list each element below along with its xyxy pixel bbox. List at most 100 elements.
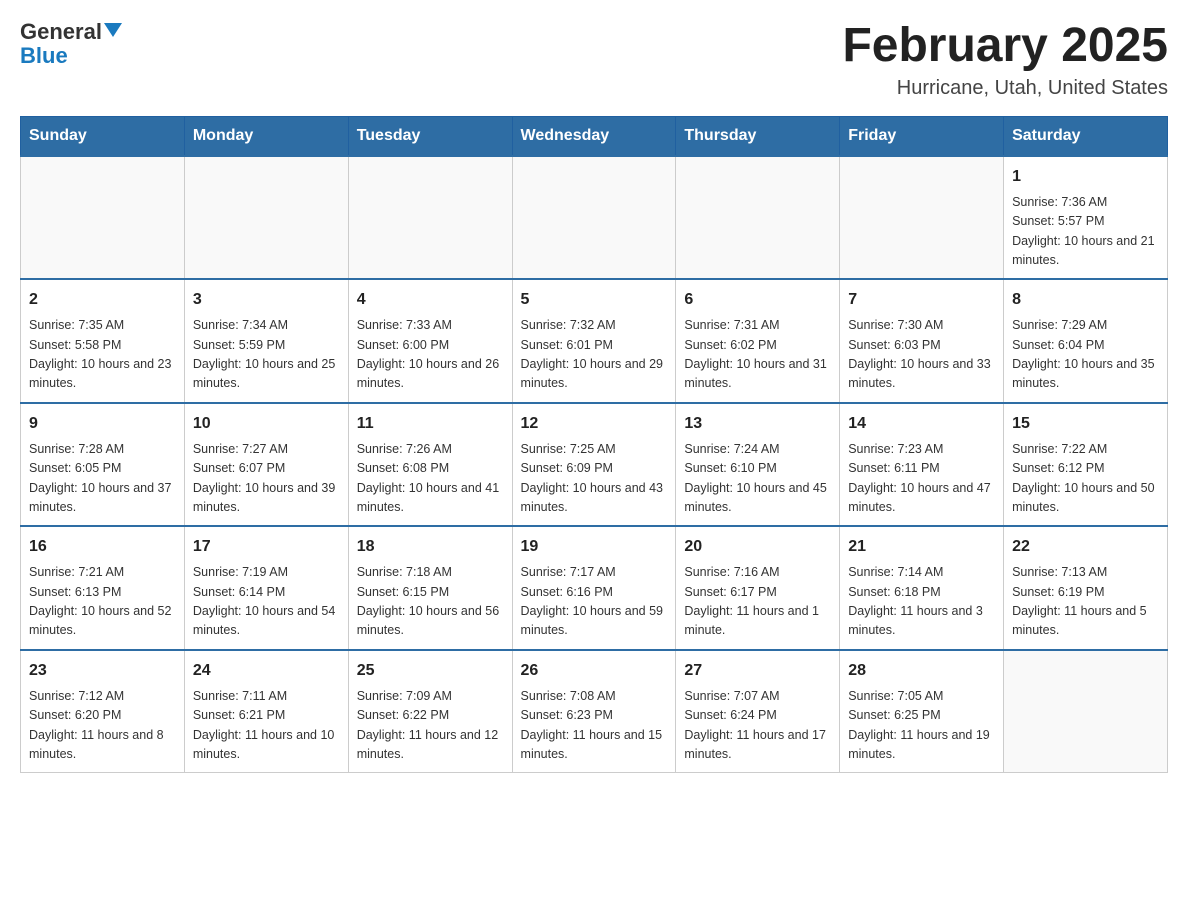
calendar-table: Sunday Monday Tuesday Wednesday Thursday…	[20, 116, 1168, 774]
col-tuesday: Tuesday	[348, 116, 512, 156]
day-cell: 12 Sunrise: 7:25 AMSunset: 6:09 PMDayligh…	[512, 403, 676, 527]
day-info: Sunrise: 7:27 AMSunset: 6:07 PMDaylight:…	[193, 440, 340, 518]
day-number: 8	[1012, 288, 1159, 312]
day-cell: 10Sunrise: 7:27 AMSunset: 6:07 PMDayligh…	[184, 403, 348, 527]
day-info: Sunrise: 7:24 AMSunset: 6:10 PMDaylight:…	[684, 440, 831, 518]
week-row-4: 16 Sunrise: 7:21 AMSunset: 6:13 PMDayligh…	[21, 526, 1168, 650]
day-cell: 3 Sunrise: 7:34 AMSunset: 5:59 PMDaylight…	[184, 279, 348, 403]
day-cell: 24 Sunrise: 7:11 AMSunset: 6:21 PMDayligh…	[184, 650, 348, 773]
day-cell: 22 Sunrise: 7:13 AMSunset: 6:19 PMDayligh…	[1004, 526, 1168, 650]
day-info: Sunrise: 7:30 AMSunset: 6:03 PMDaylight:…	[848, 316, 995, 394]
month-year-title: February 2025	[842, 20, 1168, 73]
day-info: Sunrise: 7:23 AMSunset: 6:11 PMDaylight:…	[848, 440, 995, 518]
day-info: Sunrise: 7:07 AMSunset: 6:24 PMDaylight:…	[684, 687, 831, 765]
day-info: Sunrise: 7:17 AMSunset: 6:16 PMDaylight:…	[521, 563, 668, 641]
day-info: Sunrise: 7:26 AMSunset: 6:08 PMDaylight:…	[357, 440, 504, 518]
day-number: 3	[193, 288, 340, 312]
week-row-2: 2 Sunrise: 7:35 AMSunset: 5:58 PMDaylight…	[21, 279, 1168, 403]
day-number: 24	[193, 659, 340, 683]
day-number: 22	[1012, 535, 1159, 559]
day-number: 1	[1012, 165, 1159, 189]
col-wednesday: Wednesday	[512, 116, 676, 156]
day-cell: 25 Sunrise: 7:09 AMSunset: 6:22 PMDayligh…	[348, 650, 512, 773]
day-number: 28	[848, 659, 995, 683]
day-info: Sunrise: 7:25 AMSunset: 6:09 PMDaylight:…	[521, 440, 668, 518]
day-info: Sunrise: 7:34 AMSunset: 5:59 PMDaylight:…	[193, 316, 340, 394]
day-number: 12	[521, 412, 668, 436]
col-saturday: Saturday	[1004, 116, 1168, 156]
day-cell: 11Sunrise: 7:26 AMSunset: 6:08 PMDayligh…	[348, 403, 512, 527]
logo-blue: Blue	[20, 44, 68, 68]
day-number: 18	[357, 535, 504, 559]
title-section: February 2025 Hurricane, Utah, United St…	[842, 20, 1168, 100]
day-number: 19	[521, 535, 668, 559]
week-row-3: 9 Sunrise: 7:28 AMSunset: 6:05 PMDaylight…	[21, 403, 1168, 527]
day-info: Sunrise: 7:16 AMSunset: 6:17 PMDaylight:…	[684, 563, 831, 641]
col-monday: Monday	[184, 116, 348, 156]
day-cell	[348, 156, 512, 280]
day-number: 15	[1012, 412, 1159, 436]
day-cell	[840, 156, 1004, 280]
day-number: 6	[684, 288, 831, 312]
day-info: Sunrise: 7:13 AMSunset: 6:19 PMDaylight:…	[1012, 563, 1159, 641]
day-cell: 17 Sunrise: 7:19 AMSunset: 6:14 PMDayligh…	[184, 526, 348, 650]
day-cell: 27Sunrise: 7:07 AMSunset: 6:24 PMDayligh…	[676, 650, 840, 773]
day-info: Sunrise: 7:36 AMSunset: 5:57 PMDaylight:…	[1012, 193, 1159, 271]
day-info: Sunrise: 7:08 AMSunset: 6:23 PMDaylight:…	[521, 687, 668, 765]
location-label: Hurricane, Utah, United States	[842, 77, 1168, 100]
day-number: 25	[357, 659, 504, 683]
day-info: Sunrise: 7:12 AMSunset: 6:20 PMDaylight:…	[29, 687, 176, 765]
day-cell: 13Sunrise: 7:24 AMSunset: 6:10 PMDayligh…	[676, 403, 840, 527]
day-number: 17	[193, 535, 340, 559]
logo-general: General	[20, 20, 102, 44]
day-number: 21	[848, 535, 995, 559]
day-info: Sunrise: 7:29 AMSunset: 6:04 PMDaylight:…	[1012, 316, 1159, 394]
day-info: Sunrise: 7:18 AMSunset: 6:15 PMDaylight:…	[357, 563, 504, 641]
day-number: 26	[521, 659, 668, 683]
day-cell: 4Sunrise: 7:33 AMSunset: 6:00 PMDaylight…	[348, 279, 512, 403]
day-cell: 8 Sunrise: 7:29 AMSunset: 6:04 PMDaylight…	[1004, 279, 1168, 403]
day-cell	[1004, 650, 1168, 773]
day-info: Sunrise: 7:31 AMSunset: 6:02 PMDaylight:…	[684, 316, 831, 394]
day-cell: 9 Sunrise: 7:28 AMSunset: 6:05 PMDaylight…	[21, 403, 185, 527]
day-cell: 16 Sunrise: 7:21 AMSunset: 6:13 PMDayligh…	[21, 526, 185, 650]
day-cell: 23 Sunrise: 7:12 AMSunset: 6:20 PMDayligh…	[21, 650, 185, 773]
day-number: 14	[848, 412, 995, 436]
day-info: Sunrise: 7:11 AMSunset: 6:21 PMDaylight:…	[193, 687, 340, 765]
day-cell: 18 Sunrise: 7:18 AMSunset: 6:15 PMDayligh…	[348, 526, 512, 650]
day-info: Sunrise: 7:14 AMSunset: 6:18 PMDaylight:…	[848, 563, 995, 641]
col-thursday: Thursday	[676, 116, 840, 156]
week-row-1: 1 Sunrise: 7:36 AMSunset: 5:57 PMDaylight…	[21, 156, 1168, 280]
day-info: Sunrise: 7:35 AMSunset: 5:58 PMDaylight:…	[29, 316, 176, 394]
day-cell: 1 Sunrise: 7:36 AMSunset: 5:57 PMDaylight…	[1004, 156, 1168, 280]
week-row-5: 23 Sunrise: 7:12 AMSunset: 6:20 PMDayligh…	[21, 650, 1168, 773]
col-friday: Friday	[840, 116, 1004, 156]
day-info: Sunrise: 7:21 AMSunset: 6:13 PMDaylight:…	[29, 563, 176, 641]
day-info: Sunrise: 7:33 AMSunset: 6:00 PMDaylight:…	[357, 316, 504, 394]
day-cell	[676, 156, 840, 280]
day-info: Sunrise: 7:09 AMSunset: 6:22 PMDaylight:…	[357, 687, 504, 765]
day-number: 5	[521, 288, 668, 312]
day-cell: 6 Sunrise: 7:31 AMSunset: 6:02 PMDaylight…	[676, 279, 840, 403]
day-cell	[512, 156, 676, 280]
day-number: 16	[29, 535, 176, 559]
day-cell: 15Sunrise: 7:22 AMSunset: 6:12 PMDayligh…	[1004, 403, 1168, 527]
day-cell: 28 Sunrise: 7:05 AMSunset: 6:25 PMDayligh…	[840, 650, 1004, 773]
day-cell	[184, 156, 348, 280]
day-number: 23	[29, 659, 176, 683]
day-info: Sunrise: 7:19 AMSunset: 6:14 PMDaylight:…	[193, 563, 340, 641]
col-sunday: Sunday	[21, 116, 185, 156]
day-info: Sunrise: 7:28 AMSunset: 6:05 PMDaylight:…	[29, 440, 176, 518]
day-number: 7	[848, 288, 995, 312]
logo-triangle-icon	[104, 23, 122, 37]
day-number: 2	[29, 288, 176, 312]
day-number: 20	[684, 535, 831, 559]
day-cell: 21 Sunrise: 7:14 AMSunset: 6:18 PMDayligh…	[840, 526, 1004, 650]
day-number: 9	[29, 412, 176, 436]
day-cell: 14 Sunrise: 7:23 AMSunset: 6:11 PMDayligh…	[840, 403, 1004, 527]
day-cell: 7 Sunrise: 7:30 AMSunset: 6:03 PMDaylight…	[840, 279, 1004, 403]
day-cell	[21, 156, 185, 280]
day-info: Sunrise: 7:32 AMSunset: 6:01 PMDaylight:…	[521, 316, 668, 394]
logo: General Blue	[20, 20, 122, 68]
day-info: Sunrise: 7:05 AMSunset: 6:25 PMDaylight:…	[848, 687, 995, 765]
